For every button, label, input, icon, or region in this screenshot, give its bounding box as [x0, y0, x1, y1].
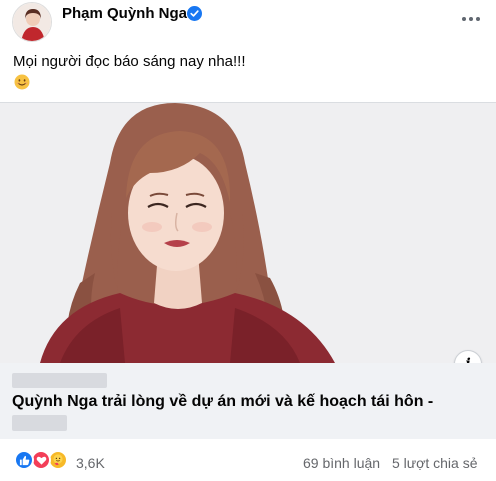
author-name[interactable]: Phạm Quỳnh Nga	[62, 5, 187, 22]
reactions-bar: 3,6K 69 bình luận 5 lượt chia sẻ	[0, 446, 496, 476]
care-reaction-icon	[48, 450, 68, 470]
avatar[interactable]	[12, 2, 52, 42]
reaction-count[interactable]: 3,6K	[76, 455, 105, 471]
smiling-face-emoji-icon	[14, 74, 30, 90]
reaction-icons[interactable]	[14, 450, 72, 472]
blurred-title-remainder	[12, 415, 67, 431]
verified-badge-icon	[187, 6, 202, 21]
link-preview-meta: Quỳnh Nga trải lòng về dự án mới và kế h…	[0, 363, 496, 439]
link-preview-card[interactable]: i Quỳnh Nga trải lòng về dự án mới và kế…	[0, 102, 496, 439]
more-options-button[interactable]	[460, 8, 482, 30]
ellipsis-icon	[462, 17, 480, 21]
post-header: Phạm Quỳnh Nga	[0, 0, 496, 44]
comments-count[interactable]: 69 bình luận	[303, 455, 380, 471]
like-reaction-icon	[14, 450, 34, 470]
link-preview-image	[0, 103, 496, 363]
love-reaction-icon	[31, 450, 51, 470]
link-preview-title[interactable]: Quỳnh Nga trải lòng về dự án mới và kế h…	[12, 393, 433, 411]
post-text: Mọi người đọc báo sáng nay nha!!!	[13, 53, 246, 70]
blurred-source-domain	[12, 373, 107, 388]
shares-count[interactable]: 5 lượt chia sẻ	[392, 455, 477, 471]
